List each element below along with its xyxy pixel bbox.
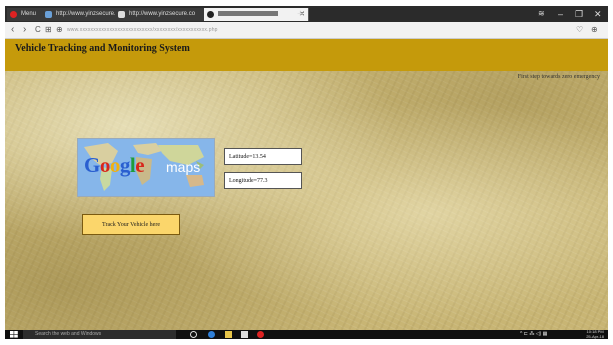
clock-date: 25-Apr-18: [586, 333, 604, 339]
track-vehicle-button[interactable]: Track Your Vehicle here: [82, 214, 180, 235]
tab-page-2[interactable]: http://www.yinzsecure.co ✕: [115, 8, 218, 21]
browser-tab-bar: Menu http://www.yinzsecure.co ✕ http://w…: [5, 6, 608, 22]
url-input[interactable]: www.xxxxxxxxxxxxxxxxxxxxxxxxxxx/xxxxxxxx…: [67, 26, 218, 34]
tab-page-3-active[interactable]: ✕: [204, 8, 309, 21]
address-bar: ‹ › C ⊞ ⊕ www.xxxxxxxxxxxxxxxxxxxxxxxxxx…: [5, 22, 608, 39]
page-icon: [45, 11, 52, 18]
taskbar-search-input[interactable]: Search the web and Windows: [23, 330, 176, 339]
tab-label: http://www.yinzsecure.co: [129, 11, 196, 17]
redacted-tab-label: [218, 10, 278, 16]
new-tab-button[interactable]: +: [297, 7, 303, 21]
tab-label: Menu: [21, 11, 37, 17]
store-icon[interactable]: [241, 331, 248, 338]
longitude-display: Longitude=77.3: [224, 172, 302, 189]
latitude-display: Latitude=13.54: [224, 148, 302, 165]
windows-taskbar: Search the web and Windows ^ ⊏ ⁂ ◁) ▦ 10…: [5, 329, 608, 339]
site-info-icon[interactable]: ⊕: [56, 23, 63, 37]
file-explorer-icon[interactable]: [225, 331, 232, 338]
cortana-icon[interactable]: [190, 331, 197, 338]
google-wordmark: Google: [84, 153, 145, 177]
tagline: First step towards zero emergency: [517, 74, 600, 80]
windows-start-icon[interactable]: [9, 331, 19, 338]
close-window-button[interactable]: ✕: [594, 7, 602, 21]
screenshot-frame: Menu http://www.yinzsecure.co ✕ http://w…: [0, 0, 613, 345]
taskbar-clock[interactable]: 10:18 PM 25-Apr-18: [586, 329, 604, 339]
page-icon: [118, 11, 125, 18]
web-page: Vehicle Tracking and Monitoring System F…: [5, 39, 608, 330]
desktop-screen: Menu http://www.yinzsecure.co ✕ http://w…: [5, 6, 608, 339]
tab-label: http://www.yinzsecure.co: [56, 11, 123, 17]
opera-icon: [10, 11, 17, 18]
opera-taskbar-icon[interactable]: [257, 331, 264, 338]
speed-dial-icon[interactable]: ⊞: [45, 23, 52, 37]
back-button[interactable]: ‹: [11, 23, 14, 37]
google-maps-logo: Google maps: [77, 138, 215, 197]
wifi-icon: ≋: [538, 9, 545, 18]
system-tray[interactable]: ^ ⊏ ⁂ ◁) ▦: [520, 330, 547, 339]
heart-icon[interactable]: ♡: [576, 23, 583, 37]
maximize-button[interactable]: ❐: [575, 7, 583, 21]
maps-wordmark: maps: [166, 159, 201, 175]
download-icon[interactable]: ⊕: [591, 23, 598, 37]
edge-icon[interactable]: [208, 331, 215, 338]
site-header: Vehicle Tracking and Monitoring System: [5, 39, 608, 71]
minimize-button[interactable]: –: [558, 7, 563, 21]
reload-button[interactable]: C: [35, 23, 41, 37]
page-icon: [207, 11, 214, 18]
page-title: Vehicle Tracking and Monitoring System: [15, 43, 190, 54]
forward-button[interactable]: ›: [23, 23, 26, 37]
